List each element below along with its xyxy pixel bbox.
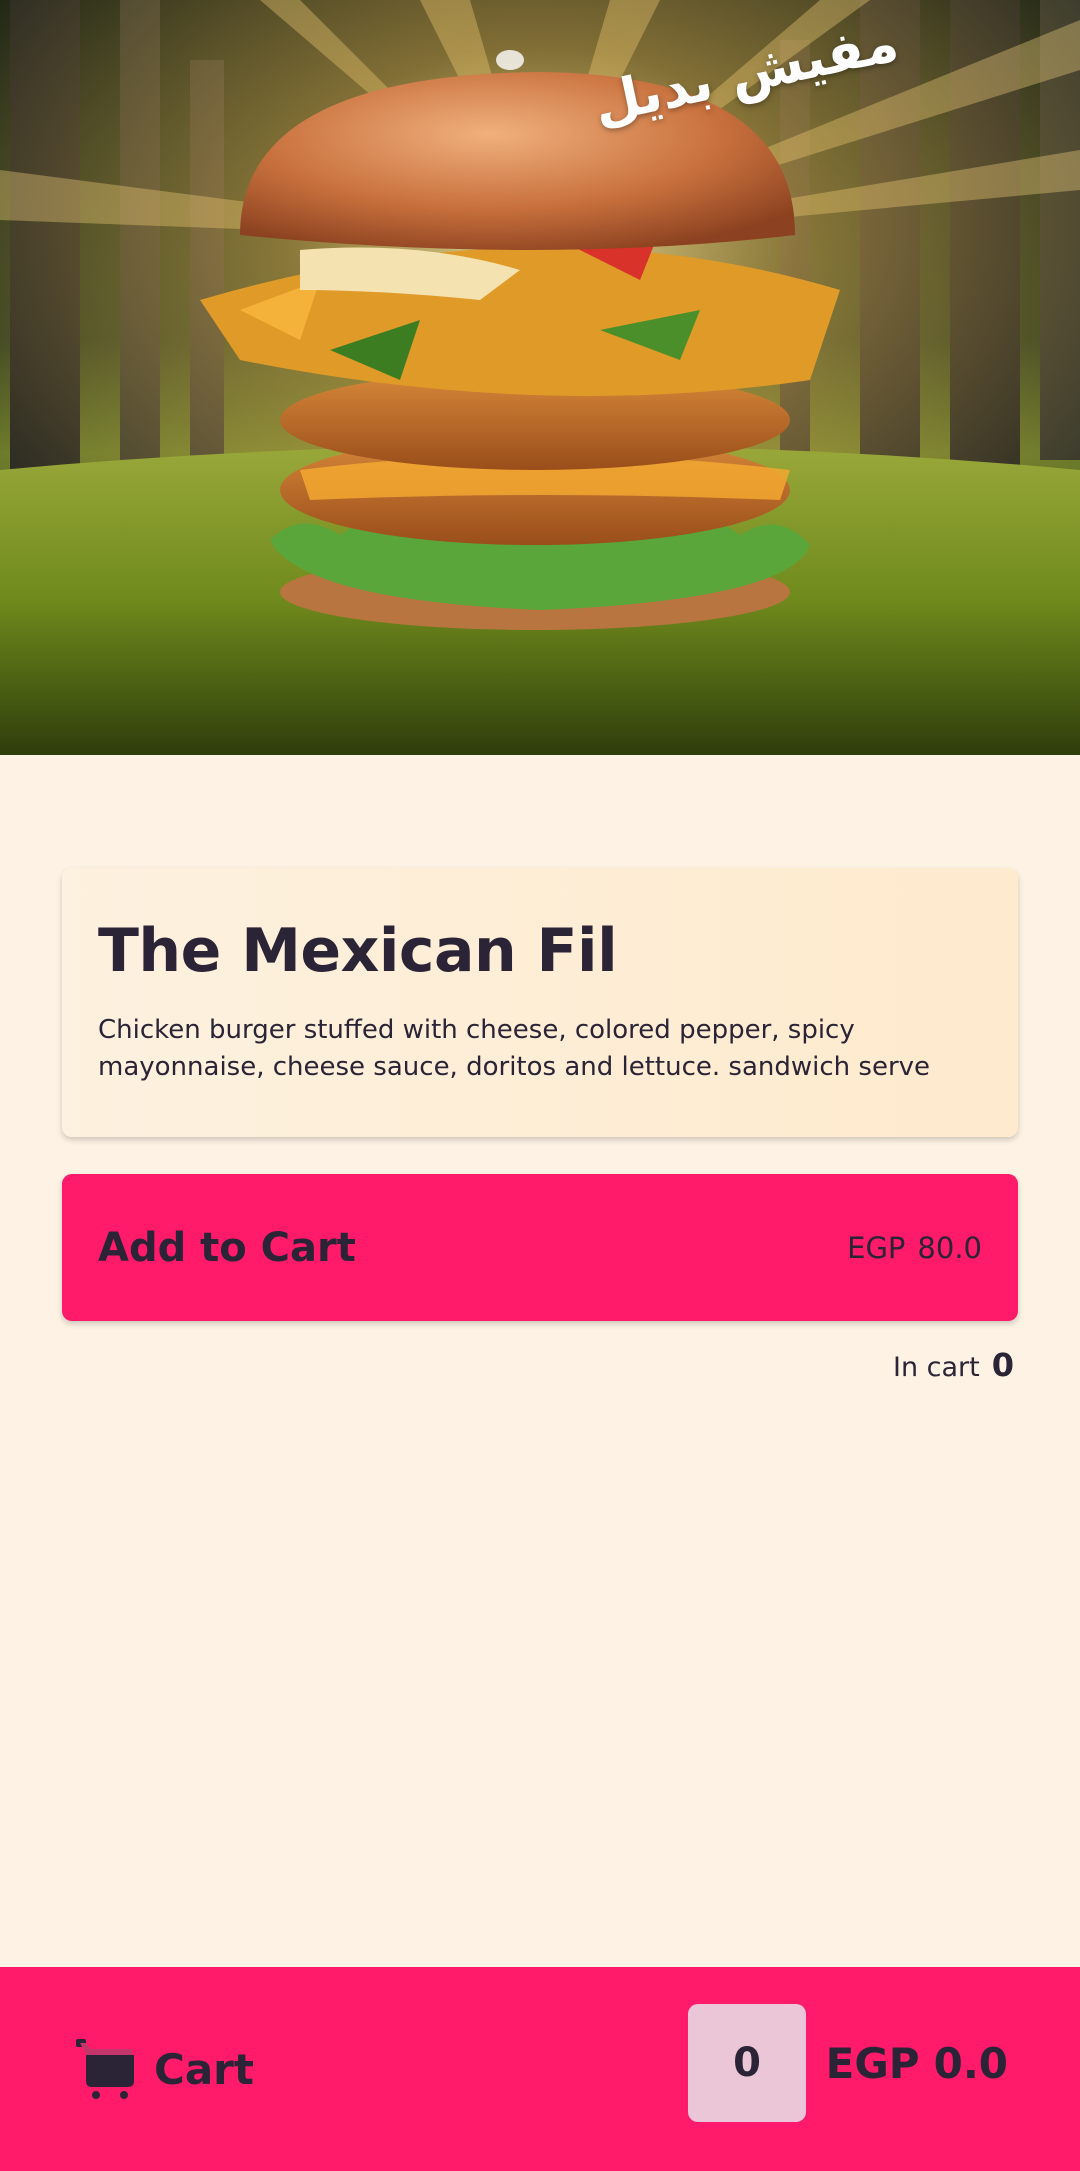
product-title: The Mexican Fil bbox=[98, 916, 618, 986]
cart-item-count: 0 bbox=[688, 2004, 806, 2122]
in-cart-label: In cart bbox=[892, 1352, 980, 1383]
bottom-cart-bar: Cart 0 EGP 0.0 bbox=[0, 1967, 1080, 2171]
product-info-card: The Mexican Fil Chicken burger stuffed w… bbox=[62, 868, 1018, 1137]
burger-photo bbox=[0, 0, 1080, 755]
in-cart-count: 0 bbox=[991, 1346, 1014, 1384]
cart-icon bbox=[72, 2035, 136, 2103]
price-value: 80.0 bbox=[917, 1230, 982, 1265]
cart-total-currency: EGP bbox=[825, 2038, 920, 2088]
cart-button[interactable]: Cart bbox=[72, 2035, 254, 2103]
product-description: Chicken burger stuffed with cheese, colo… bbox=[98, 1015, 931, 1082]
product-price: EGP 80.0 bbox=[847, 1231, 982, 1265]
cart-label: Cart bbox=[154, 2044, 254, 2094]
product-hero-image: مفيش بديل bbox=[0, 0, 1080, 755]
in-cart-indicator: In cart 0 bbox=[893, 1346, 1014, 1384]
add-to-cart-button[interactable]: Add to Cart EGP 80.0 bbox=[62, 1174, 1018, 1321]
cart-total-value: 0.0 bbox=[933, 2038, 1008, 2088]
price-currency: EGP bbox=[847, 1230, 906, 1265]
add-to-cart-label: Add to Cart bbox=[98, 1224, 356, 1271]
cart-total: EGP 0.0 bbox=[826, 2027, 1008, 2099]
